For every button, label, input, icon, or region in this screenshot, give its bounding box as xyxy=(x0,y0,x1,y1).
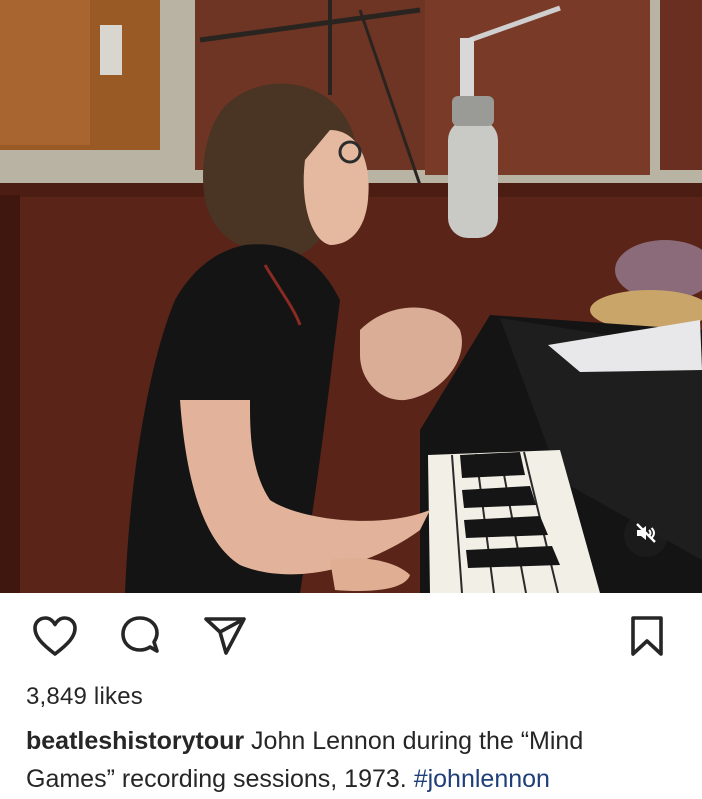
comment-button[interactable] xyxy=(115,613,165,663)
post-action-bar xyxy=(0,593,702,679)
bookmark-icon xyxy=(629,615,665,662)
post-photo[interactable] xyxy=(0,0,702,593)
like-button[interactable] xyxy=(30,613,80,663)
instagram-post: 3,849 likes beatleshistorytour John Lenn… xyxy=(0,0,702,799)
share-button[interactable] xyxy=(200,613,250,663)
comment-bubble-icon xyxy=(118,614,162,663)
speaker-muted-icon xyxy=(634,521,658,550)
paper-plane-icon xyxy=(203,615,247,662)
post-caption: beatleshistorytour John Lennon during th… xyxy=(26,722,676,798)
heart-icon xyxy=(32,615,78,662)
studio-photo-illustration xyxy=(0,0,702,593)
mute-button[interactable] xyxy=(624,513,668,557)
caption-hashtag[interactable]: #johnlennon xyxy=(414,765,550,793)
likes-count[interactable]: 3,849 likes xyxy=(26,683,143,711)
save-button[interactable] xyxy=(622,613,672,663)
caption-username[interactable]: beatleshistorytour xyxy=(26,727,244,755)
